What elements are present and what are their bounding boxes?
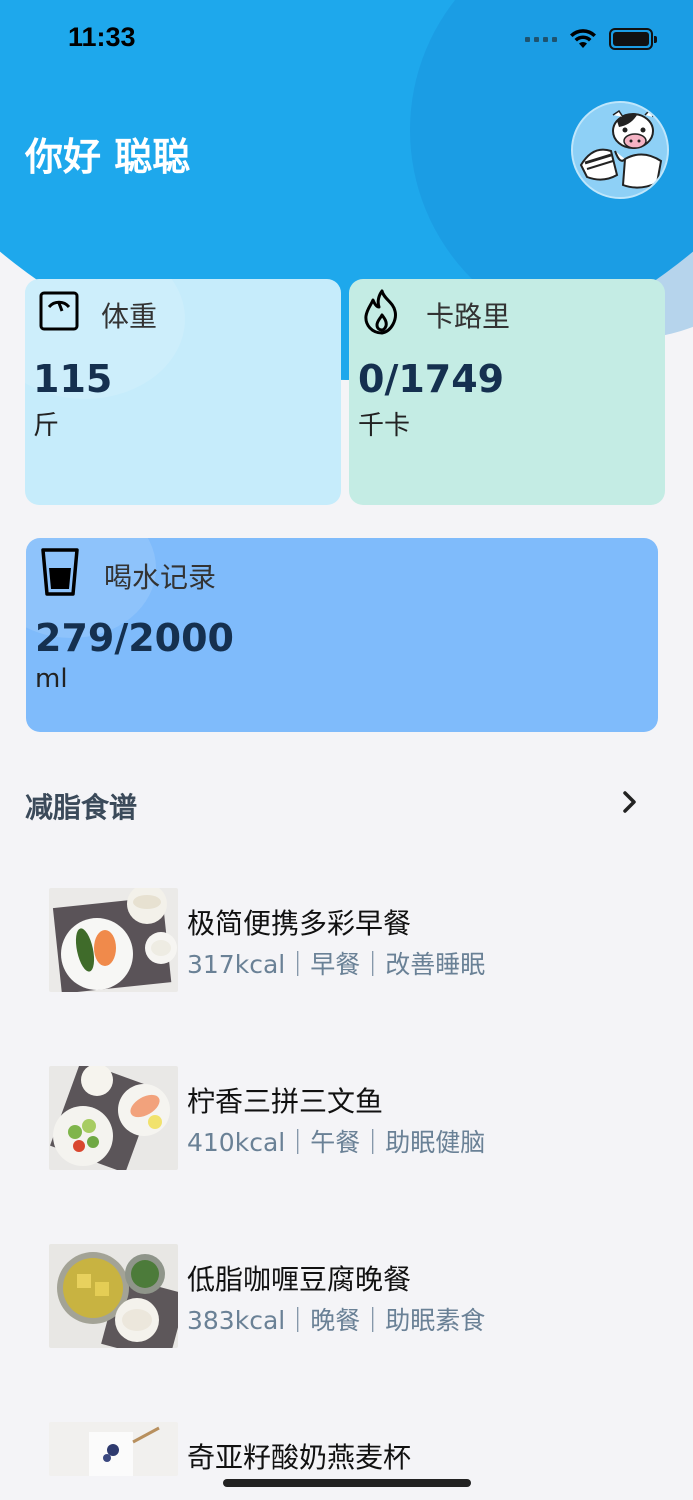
calorie-unit: 千卡 [358, 411, 411, 441]
signal-icon [525, 36, 557, 42]
recipe-thumbnail [49, 1244, 178, 1348]
recipe-item-2[interactable]: 柠香三拼三文鱼 410kcal｜午餐｜助眠健脑 [49, 1066, 649, 1170]
recipe-thumbnail [49, 1422, 178, 1476]
calorie-title: 卡路里 [426, 300, 511, 333]
calorie-card[interactable]: 卡路里 0/1749 千卡 [349, 279, 665, 505]
chevron-right-icon[interactable] [616, 788, 644, 816]
weight-card[interactable]: 体重 115 斤 [25, 279, 341, 505]
flame-icon [364, 289, 397, 335]
avatar[interactable] [571, 101, 669, 199]
battery-icon [609, 28, 657, 50]
recipe-meta: 383kcal｜晚餐｜助眠素食 [187, 1306, 486, 1335]
weight-value: 115 [33, 357, 113, 401]
recipe-item-3[interactable]: 低脂咖喱豆腐晚餐 383kcal｜晚餐｜助眠素食 [49, 1244, 649, 1348]
recipe-name: 极简便携多彩早餐 [187, 907, 412, 940]
weight-unit: 斤 [33, 411, 60, 441]
recipe-item-1[interactable]: 极简便携多彩早餐 317kcal｜早餐｜改善睡眠 [49, 888, 649, 992]
scale-icon [39, 291, 79, 331]
recipe-name: 奇亚籽酸奶燕麦杯 [187, 1441, 412, 1474]
recipe-thumbnail [49, 888, 178, 992]
recipes-section-title: 减脂食谱 [25, 791, 138, 824]
calorie-value: 0/1749 [358, 357, 505, 401]
cow-avatar-illustration [573, 103, 667, 197]
home-indicator[interactable] [223, 1479, 471, 1487]
water-card[interactable]: 喝水记录 279/2000 ml [26, 538, 658, 732]
recipe-thumbnail [49, 1066, 178, 1170]
recipe-name: 低脂咖喱豆腐晚餐 [187, 1263, 412, 1296]
water-value: 279/2000 [35, 616, 234, 660]
weight-title: 体重 [101, 300, 158, 333]
status-bar: 11:33 [0, 0, 693, 80]
recipe-meta: 410kcal｜午餐｜助眠健脑 [187, 1128, 486, 1157]
recipe-meta: 317kcal｜早餐｜改善睡眠 [187, 950, 486, 979]
cup-icon [41, 548, 79, 596]
wifi-icon [570, 29, 596, 48]
water-title: 喝水记录 [104, 561, 217, 594]
recipe-item-4[interactable]: 奇亚籽酸奶燕麦杯 [49, 1422, 649, 1476]
greeting-title: 你好 聪聪 [25, 135, 191, 179]
status-time: 11:33 [68, 22, 136, 52]
water-unit: ml [35, 664, 68, 694]
recipe-name: 柠香三拼三文鱼 [187, 1085, 384, 1118]
